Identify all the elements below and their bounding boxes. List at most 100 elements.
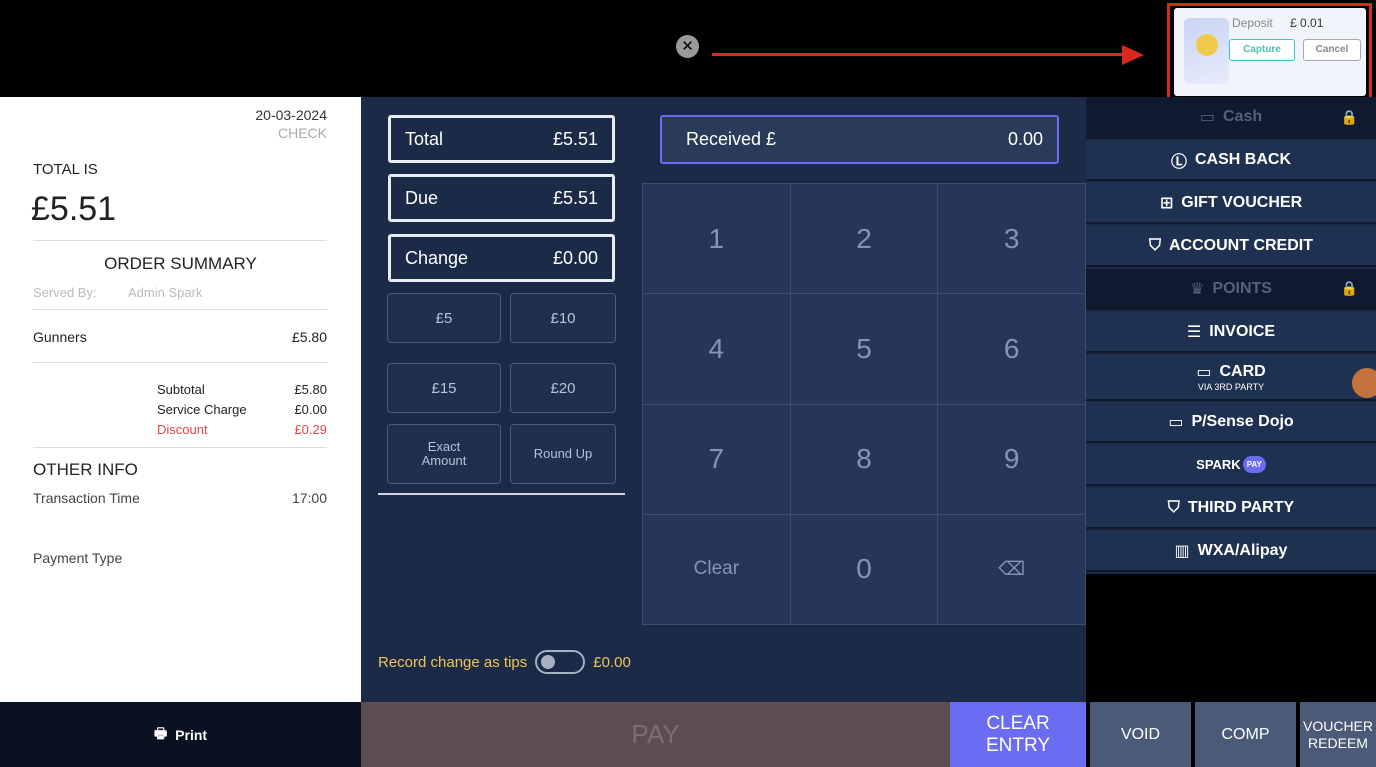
- due-box-value: £5.51: [552, 187, 598, 208]
- payment-invoice[interactable]: ☰ INVOICE: [1086, 312, 1376, 353]
- card-icon: ▭: [1168, 413, 1184, 431]
- key-2[interactable]: 2: [790, 184, 939, 295]
- comp-button[interactable]: COMP: [1195, 702, 1296, 767]
- received-label: Received £: [686, 129, 777, 149]
- printer-icon: 🖶: [153, 724, 168, 741]
- payment-third-party[interactable]: ⛉ THIRD PARTY: [1086, 488, 1376, 529]
- payment-points[interactable]: ♛ POINTS 🔒: [1086, 269, 1376, 310]
- numeric-keypad: 1 2 3 4 5 6 7 8 9 Clear 0 ⌫: [642, 183, 1086, 625]
- change-box: Change £0.00: [388, 234, 615, 282]
- subtotal-label: Subtotal: [157, 382, 205, 397]
- tips-value: £0.00: [593, 653, 631, 671]
- round-up-button[interactable]: Round Up: [510, 424, 616, 484]
- payment-psense-dojo[interactable]: ▭ P/Sense Dojo: [1086, 402, 1376, 443]
- payment-card-label: CARD: [1219, 363, 1266, 380]
- divider: [33, 362, 327, 363]
- annotation-arrow-line: [712, 53, 1132, 56]
- transaction-time-value: 17:00: [291, 490, 327, 506]
- receipt-status: CHECK: [277, 125, 327, 141]
- key-4[interactable]: 4: [643, 294, 791, 405]
- payment-card-sub: VIA 3RD PARTY: [1197, 382, 1265, 392]
- served-by-value: Admin Spark: [128, 285, 203, 300]
- payment-cash-label: Cash: [1223, 108, 1263, 125]
- discount-label: Discount: [157, 422, 208, 437]
- lock-icon: 🔒: [1340, 108, 1358, 125]
- pay-button[interactable]: PAY: [361, 702, 950, 767]
- right-empty-area: [1086, 574, 1376, 702]
- payment-methods: ▭ Cash 🔒 Ⓛ CASH BACK ⊞ GIFT VOUCHER ⛉ AC…: [1086, 97, 1376, 574]
- quick-amount-20[interactable]: £20: [510, 363, 616, 413]
- service-charge-value: £0.00: [294, 402, 327, 417]
- gift-icon: ⊞: [1159, 194, 1174, 212]
- shield-three-icon: ⛉: [1167, 498, 1180, 516]
- receipt-date: 20-03-2024: [255, 107, 327, 123]
- payment-gift-voucher[interactable]: ⊞ GIFT VOUCHER: [1086, 183, 1376, 224]
- divider: [33, 240, 327, 241]
- payment-spark-pay[interactable]: SPARK PAY: [1086, 445, 1376, 486]
- barcode-icon: ▥: [1174, 542, 1190, 560]
- key-0[interactable]: 0: [790, 514, 939, 625]
- spark-logo: SPARK: [1196, 457, 1241, 472]
- shield-icon: ⛉: [1148, 236, 1161, 254]
- key-5[interactable]: 5: [790, 294, 939, 405]
- payment-cash[interactable]: ▭ Cash 🔒: [1086, 97, 1376, 139]
- annotation-highlight-box: [1167, 3, 1372, 107]
- received-input[interactable]: Received £ 0.00: [660, 115, 1059, 164]
- key-6[interactable]: 6: [938, 294, 1086, 405]
- payment-wxa-alipay-label: WXA/Alipay: [1197, 541, 1288, 559]
- total-box: Total £5.51: [388, 115, 615, 163]
- change-box-value: £0.00: [552, 247, 598, 268]
- received-value: 0.00: [1007, 129, 1043, 149]
- due-box: Due £5.51: [388, 174, 615, 222]
- subtotal-value: £5.80: [294, 382, 327, 397]
- payment-psense-dojo-label: P/Sense Dojo: [1191, 412, 1294, 430]
- key-1[interactable]: 1: [643, 184, 791, 295]
- served-by-label: Served By:: [33, 285, 97, 300]
- other-info-title: OTHER INFO: [33, 460, 138, 479]
- tips-row: Record change as tips £0.00: [378, 650, 631, 674]
- payment-account-credit[interactable]: ⛉ ACCOUNT CREDIT: [1086, 226, 1376, 267]
- key-clear[interactable]: Clear: [643, 514, 791, 625]
- total-box-value: £5.51: [552, 128, 598, 149]
- payment-gift-voucher-label: GIFT VOUCHER: [1181, 193, 1303, 211]
- quick-amount-5[interactable]: £5: [387, 293, 501, 343]
- payment-cash-back[interactable]: Ⓛ CASH BACK: [1086, 140, 1376, 181]
- payment-card[interactable]: ▭ CARD VIA 3RD PARTY: [1086, 355, 1376, 401]
- invoice-icon: ☰: [1186, 323, 1202, 341]
- payment-wxa-alipay[interactable]: ▥ WXA/Alipay: [1086, 531, 1376, 572]
- item-price: £5.80: [291, 329, 327, 345]
- exact-amount-button[interactable]: Exact Amount: [387, 424, 501, 484]
- key-3[interactable]: 3: [938, 184, 1086, 295]
- annotation-arrow-head: [1122, 45, 1144, 65]
- key-8[interactable]: 8: [790, 404, 939, 515]
- payment-center-panel: Total £5.51 Due £5.51 Change £0.00 £5 £1…: [361, 97, 1086, 702]
- quick-amount-10[interactable]: £10: [510, 293, 616, 343]
- quick-amount-15[interactable]: £15: [387, 363, 501, 413]
- payment-third-party-label: THIRD PARTY: [1187, 498, 1295, 516]
- floating-badge[interactable]: [1352, 368, 1376, 398]
- discount-value: £0.29: [294, 422, 327, 437]
- lock-icon: 🔒: [1340, 280, 1358, 296]
- payment-cash-back-label: CASH BACK: [1195, 150, 1291, 168]
- divider: [378, 493, 625, 495]
- clear-entry-button[interactable]: CLEAR ENTRY: [950, 702, 1086, 767]
- backspace-icon[interactable]: ⌫: [938, 514, 1086, 625]
- tips-label: Record change as tips: [378, 653, 528, 671]
- key-9[interactable]: 9: [938, 404, 1086, 515]
- crown-icon: ♛: [1190, 280, 1205, 298]
- cash-icon: ▭: [1199, 109, 1215, 126]
- payment-type-label: Payment Type: [33, 550, 123, 566]
- key-7[interactable]: 7: [643, 404, 791, 515]
- close-icon[interactable]: ✕: [676, 35, 699, 58]
- change-box-label: Change: [405, 247, 469, 268]
- receipt-panel: 20-03-2024 CHECK TOTAL IS £5.51 ORDER SU…: [0, 97, 361, 702]
- print-button[interactable]: 🖶 Print: [0, 702, 361, 767]
- total-label: TOTAL IS: [33, 161, 98, 178]
- tips-toggle[interactable]: [535, 650, 586, 674]
- payment-account-credit-label: ACCOUNT CREDIT: [1169, 236, 1313, 254]
- pound-circle-icon: Ⓛ: [1170, 153, 1187, 171]
- voucher-redeem-button[interactable]: VOUCHER REDEEM: [1300, 702, 1376, 767]
- item-name: Gunners: [33, 329, 87, 345]
- void-button[interactable]: VOID: [1090, 702, 1191, 767]
- divider: [33, 447, 327, 448]
